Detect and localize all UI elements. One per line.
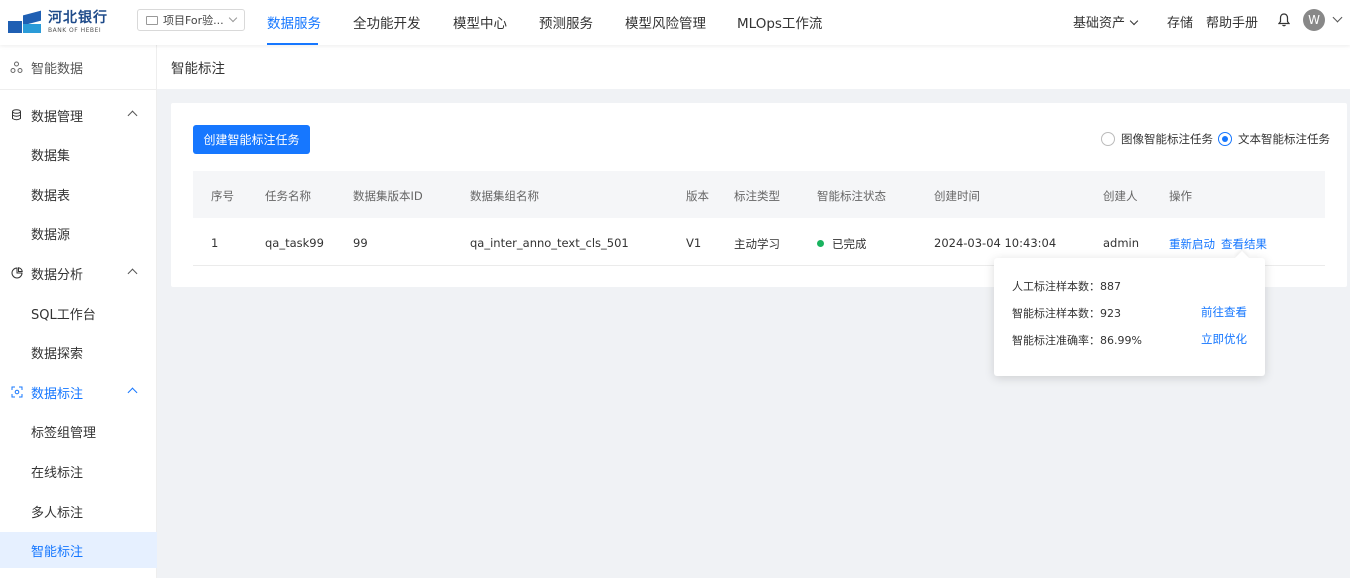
- bell-icon[interactable]: [1278, 13, 1290, 27]
- column-header-index: 序号: [211, 189, 234, 203]
- cell-dataset-version-id: 99: [353, 236, 368, 250]
- cell-dataset-group: qa_inter_anno_text_cls_501: [470, 236, 629, 250]
- manual-sample-label: 人工标注样本数：: [1012, 280, 1100, 293]
- page-title: 智能标注: [171, 61, 225, 77]
- column-header-dataset-group: 数据集组名称: [470, 189, 539, 203]
- smart-sample-label: 智能标注样本数：: [1012, 307, 1100, 320]
- column-header-task-name: 任务名称: [265, 189, 311, 203]
- radio-text-task-label: 文本智能标注任务: [1238, 132, 1330, 146]
- chart-pie-icon: [10, 267, 23, 280]
- folder-icon: [146, 15, 158, 25]
- user-avatar[interactable]: W: [1303, 9, 1325, 31]
- cell-version: V1: [686, 236, 702, 250]
- database-icon: [10, 109, 23, 122]
- sidebar: 智能数据 数据管理 数据集 数据表 数据源 数据分析 SQL工作台 数据探索 数…: [0, 45, 157, 578]
- view-result-link[interactable]: 查看结果: [1221, 236, 1267, 252]
- nav-data-service[interactable]: 数据服务: [267, 12, 321, 32]
- chevron-up-icon: [127, 268, 138, 279]
- result-popover: 人工标注样本数：887 智能标注样本数：923 前往查看 智能标注准确率：86.…: [994, 258, 1265, 376]
- radio-image-task-label: 图像智能标注任务: [1121, 132, 1213, 146]
- nav-prediction-service[interactable]: 预测服务: [539, 12, 593, 32]
- cell-task-name: qa_task99: [265, 236, 324, 250]
- smart-sample-count: 智能标注样本数：923: [1012, 305, 1121, 321]
- smart-accuracy-label: 智能标注准确率：: [1012, 334, 1100, 347]
- chevron-up-icon: [127, 110, 138, 121]
- assets-menu-label: 基础资产: [1073, 16, 1126, 31]
- bank-logo-icon: [8, 9, 42, 35]
- sidebar-group-label: 数据分析: [31, 267, 84, 283]
- sidebar-item-datasets[interactable]: 数据集: [0, 136, 157, 172]
- chevron-down-icon[interactable]: [1332, 12, 1343, 23]
- manual-sample-count: 人工标注样本数：887: [1012, 278, 1121, 294]
- table-header: 序号 任务名称 数据集版本ID 数据集组名称 版本 标注类型 智能标注状态 创建…: [193, 171, 1325, 218]
- optimize-now-link[interactable]: 立即优化: [1201, 331, 1247, 347]
- sidebar-group-data-annotation[interactable]: 数据标注: [0, 372, 157, 412]
- chevron-up-icon: [127, 387, 138, 398]
- sidebar-item-sql-workbench[interactable]: SQL工作台: [0, 295, 157, 331]
- column-header-actions: 操作: [1169, 189, 1192, 203]
- project-selector-value: 项目For验...: [163, 14, 224, 27]
- status-success-icon: [817, 240, 824, 247]
- sidebar-item-datatables[interactable]: 数据表: [0, 176, 157, 212]
- assets-menu[interactable]: 基础资产: [1073, 12, 1139, 31]
- chevron-down-icon: [1129, 16, 1139, 26]
- sidebar-item-datasources[interactable]: 数据源: [0, 215, 157, 251]
- project-selector[interactable]: 项目For验...: [137, 9, 245, 31]
- cluster-icon: [10, 61, 23, 74]
- nav-full-dev[interactable]: 全功能开发: [353, 12, 421, 32]
- goto-view-link[interactable]: 前往查看: [1201, 304, 1247, 320]
- radio-text-task[interactable]: 文本智能标注任务: [1218, 131, 1330, 147]
- cell-status: 已完成: [817, 236, 867, 252]
- help-link[interactable]: 帮助手册: [1206, 12, 1258, 31]
- radio-image-task[interactable]: 图像智能标注任务: [1101, 131, 1213, 147]
- top-navbar: 河北银行 BANK OF HEBEI 项目For验... 数据服务 全功能开发 …: [0, 0, 1350, 45]
- radio-checked-icon: [1218, 132, 1232, 146]
- page-title-bar: 智能标注: [157, 45, 1350, 89]
- sidebar-top-label: 智能数据: [31, 61, 84, 77]
- status-text: 已完成: [832, 237, 867, 251]
- smart-accuracy-value: 86.99%: [1100, 334, 1142, 347]
- nav-model-risk[interactable]: 模型风险管理: [625, 12, 706, 32]
- cell-annotation-type: 主动学习: [734, 237, 780, 251]
- cell-index: 1: [211, 236, 219, 250]
- sidebar-item-online-annotation[interactable]: 在线标注: [0, 453, 157, 489]
- sidebar-group-label: 数据标注: [31, 386, 84, 402]
- chevron-down-icon: [228, 13, 238, 23]
- column-header-created-at: 创建时间: [934, 189, 980, 203]
- active-nav-indicator: [267, 43, 318, 45]
- scan-icon: [10, 386, 23, 399]
- nav-mlops[interactable]: MLOps工作流: [737, 12, 822, 32]
- smart-sample-value: 923: [1100, 307, 1121, 320]
- column-header-creator: 创建人: [1103, 189, 1138, 203]
- create-smart-annotation-task-button[interactable]: 创建智能标注任务: [193, 125, 310, 154]
- sidebar-item-multi-annotation[interactable]: 多人标注: [0, 493, 157, 529]
- nav-model-center[interactable]: 模型中心: [453, 12, 507, 32]
- sidebar-group-label: 数据管理: [31, 109, 84, 125]
- sidebar-item-data-explore[interactable]: 数据探索: [0, 334, 157, 370]
- bank-logo[interactable]: 河北银行 BANK OF HEBEI: [8, 8, 108, 36]
- smart-accuracy: 智能标注准确率：86.99%: [1012, 332, 1142, 348]
- cell-created-at: 2024-03-04 10:43:04: [934, 236, 1057, 250]
- sidebar-group-data-management[interactable]: 数据管理: [0, 95, 157, 135]
- cell-creator: admin: [1103, 236, 1140, 250]
- restart-link[interactable]: 重新启动: [1169, 236, 1215, 252]
- sidebar-group-data-analysis[interactable]: 数据分析: [0, 253, 157, 293]
- logo-english-name: BANK OF HEBEI: [48, 26, 102, 34]
- sidebar-item-smart-annotation[interactable]: 智能标注: [0, 532, 157, 568]
- column-header-dataset-version-id: 数据集版本ID: [353, 189, 423, 203]
- column-header-version: 版本: [686, 189, 709, 203]
- manual-sample-value: 887: [1100, 280, 1121, 293]
- sidebar-item-label-groups[interactable]: 标签组管理: [0, 413, 157, 449]
- sidebar-smart-data[interactable]: 智能数据: [0, 45, 157, 90]
- storage-link[interactable]: 存储: [1167, 12, 1193, 31]
- column-header-annotation-type: 标注类型: [734, 189, 780, 203]
- column-header-status: 智能标注状态: [817, 189, 886, 203]
- radio-unchecked-icon: [1101, 132, 1115, 146]
- logo-chinese-name: 河北银行: [48, 9, 108, 26]
